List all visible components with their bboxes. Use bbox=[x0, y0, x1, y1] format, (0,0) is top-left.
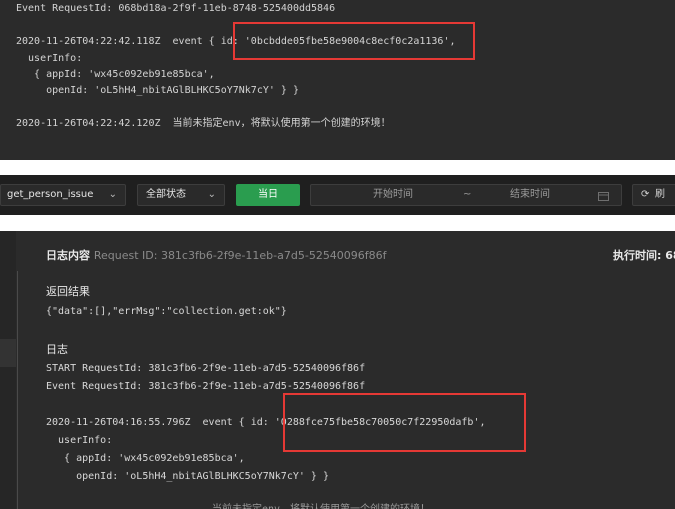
divider bbox=[17, 271, 18, 509]
top-console-panel: Event RequestId: 068bd18a-2f9f-11eb-8748… bbox=[0, 0, 675, 160]
refresh-icon: ⟳ bbox=[641, 189, 650, 200]
highlight-box bbox=[233, 22, 475, 60]
refresh-button[interactable]: ⟳ 刷 bbox=[632, 184, 675, 206]
log-toolbar: get_person_issue ⌄ 全部状态 ⌄ 当日 开始时间 ~ 结束时间… bbox=[0, 175, 675, 215]
function-select[interactable]: get_person_issue ⌄ bbox=[0, 184, 126, 206]
log-heading: 日志 bbox=[46, 343, 68, 356]
log-detail-panel: 日志内容 Request ID: 381c3fb6-2f9e-11eb-a7d5… bbox=[0, 231, 675, 509]
result-heading: 返回结果 bbox=[46, 285, 90, 298]
log-line: 当前未指定env，将默认使用第一个创建的环境！ bbox=[212, 501, 430, 509]
log-line: { appId: 'wx45c092eb91e85bca', bbox=[46, 453, 245, 464]
start-time-input[interactable]: 开始时间 bbox=[373, 185, 413, 205]
range-separator: ~ bbox=[463, 189, 472, 200]
calendar-icon[interactable] bbox=[598, 189, 609, 201]
selected-log-marker bbox=[0, 339, 16, 367]
chevron-down-icon: ⌄ bbox=[207, 189, 216, 200]
console-line: Event RequestId: 068bd18a-2f9f-11eb-8748… bbox=[16, 3, 336, 14]
function-select-value: get_person_issue bbox=[7, 189, 94, 200]
console-line: openId: 'oL5hH4_nbitAGlBLHKC5oY7Nk7cY' }… bbox=[16, 85, 299, 96]
console-line: userInfo: bbox=[16, 53, 83, 64]
refresh-label: 刷 bbox=[655, 189, 665, 200]
exec-time: 执行时间: 68 bbox=[613, 249, 675, 262]
log-line: START RequestId: 381c3fb6-2f9e-11eb-a7d5… bbox=[46, 363, 366, 374]
log-line: openId: 'oL5hH4_nbitAGlBLHKC5oY7Nk7cY' }… bbox=[46, 471, 329, 482]
log-line: userInfo: bbox=[46, 435, 113, 446]
console-line: { appId: 'wx45c092eb91e85bca', bbox=[16, 69, 215, 80]
end-time-input[interactable]: 结束时间 bbox=[510, 185, 550, 205]
status-select-value: 全部状态 bbox=[146, 189, 186, 200]
date-range-picker[interactable]: 开始时间 ~ 结束时间 bbox=[310, 184, 622, 206]
chevron-down-icon: ⌄ bbox=[108, 189, 117, 200]
today-button[interactable]: 当日 bbox=[236, 184, 300, 206]
log-content-header: 日志内容 Request ID: 381c3fb6-2f9e-11eb-a7d5… bbox=[46, 247, 387, 263]
highlight-box bbox=[283, 393, 526, 452]
log-list-sidebar[interactable] bbox=[0, 231, 16, 509]
log-content-title: 日志内容 bbox=[46, 249, 90, 262]
request-id: Request ID: 381c3fb6-2f9e-11eb-a7d5-5254… bbox=[93, 249, 387, 262]
console-line: 2020-11-26T04:22:42.120Z 当前未指定env，将默认使用第… bbox=[16, 118, 391, 129]
result-value: {"data":[],"errMsg":"collection.get:ok"} bbox=[46, 306, 287, 317]
status-select[interactable]: 全部状态 ⌄ bbox=[137, 184, 225, 206]
